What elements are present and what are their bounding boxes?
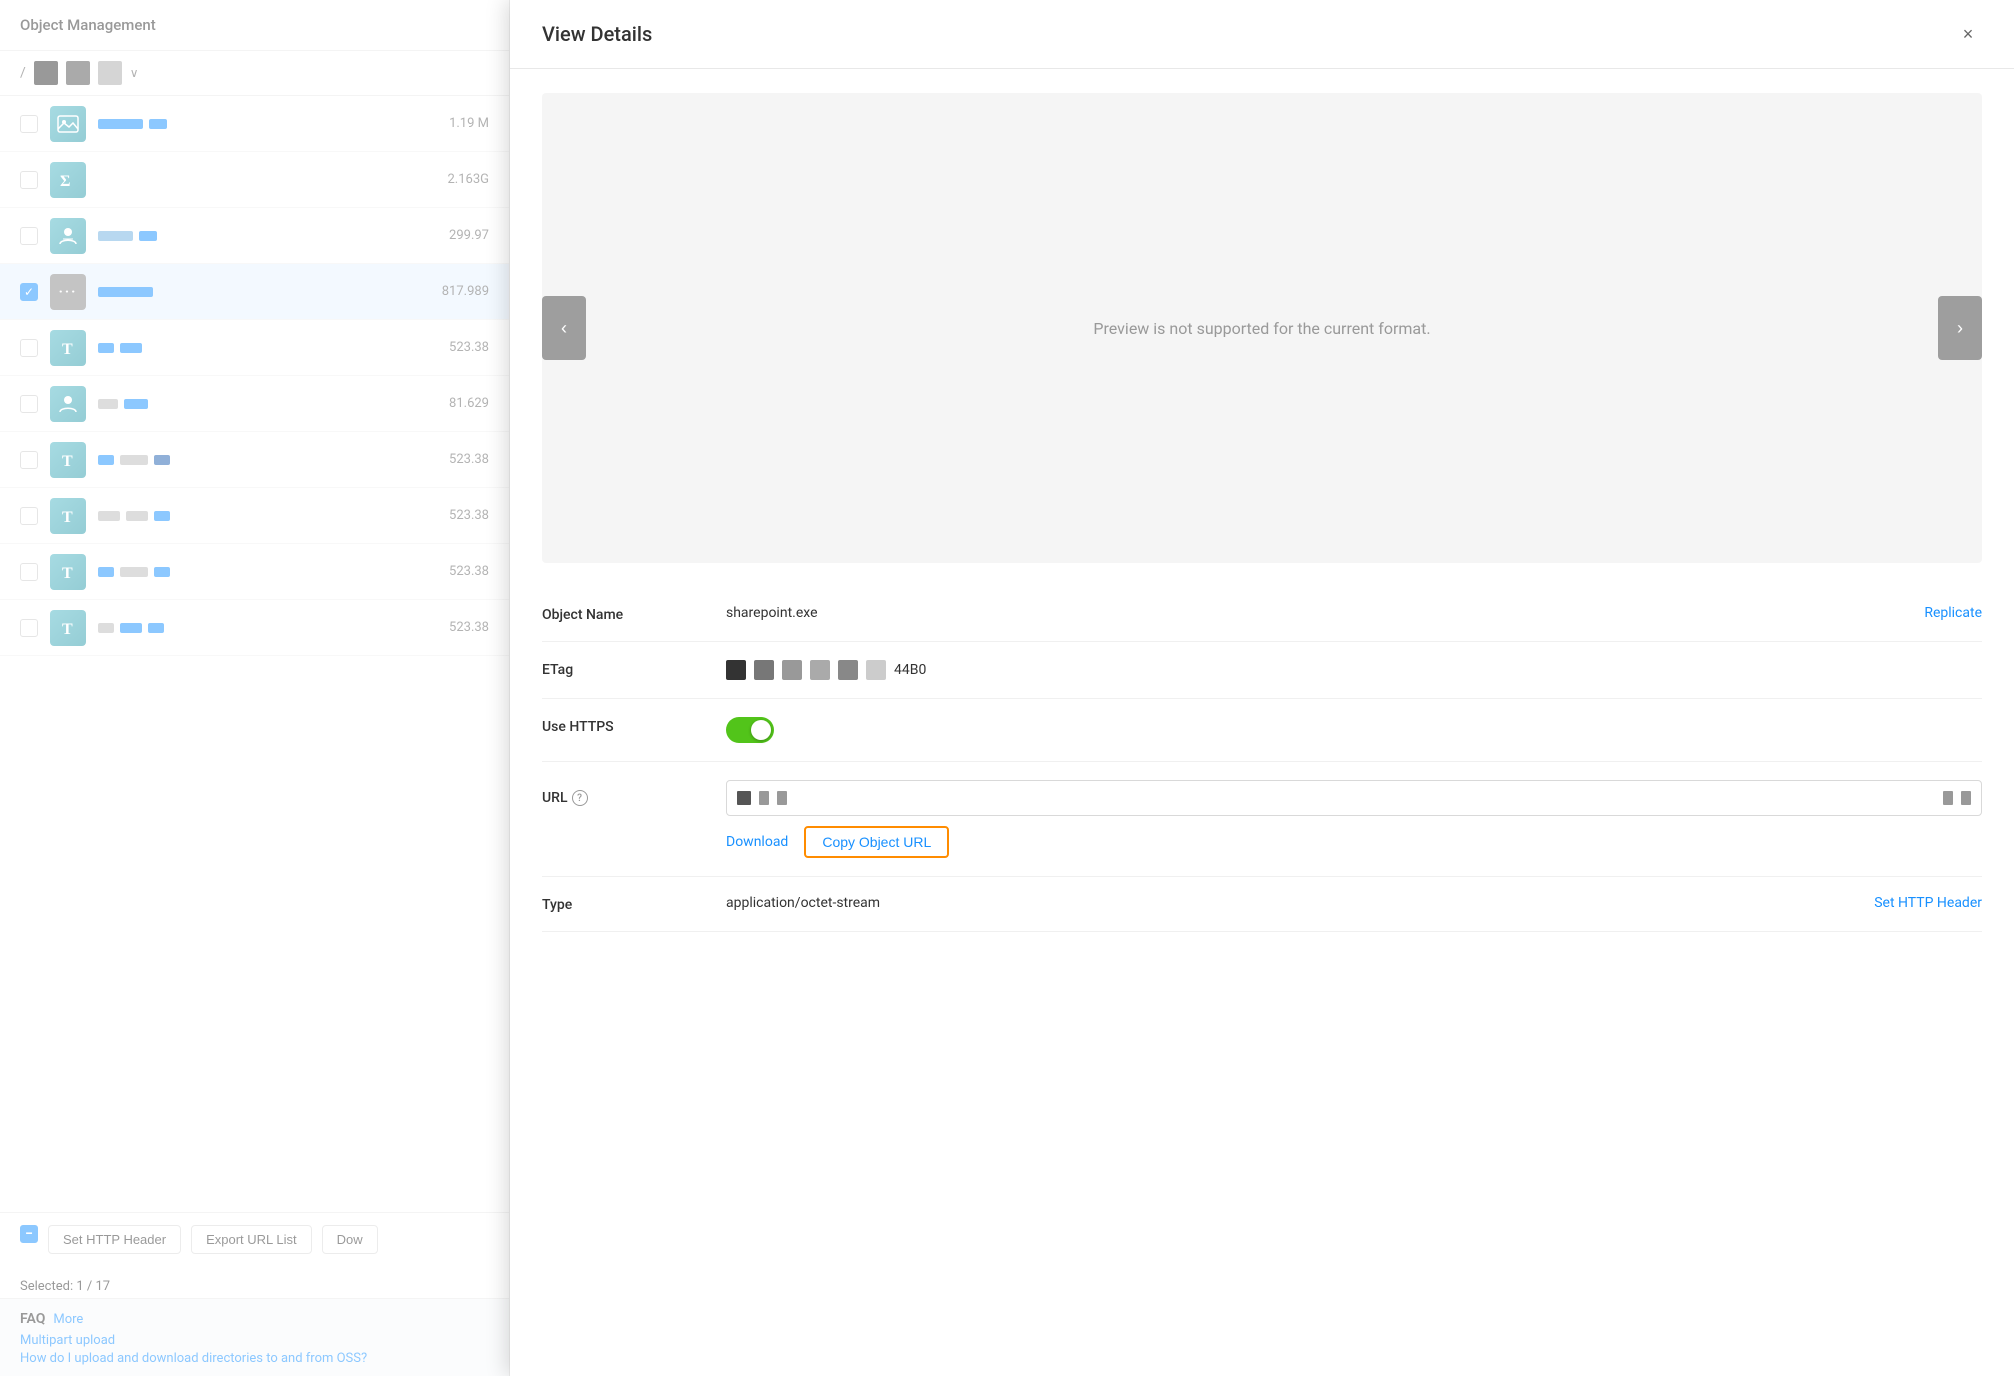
etag-value-row: 44B0 (726, 660, 1982, 680)
etag-label: ETag (542, 660, 702, 678)
download-link[interactable]: Download (726, 834, 788, 850)
url-question-icon[interactable]: ? (572, 790, 588, 806)
url-block-1 (737, 791, 751, 805)
url-block-5 (1961, 791, 1971, 805)
type-row: Type application/octet-stream Set HTTP H… (542, 877, 1982, 932)
object-name-value-row: sharepoint.exe Replicate (726, 605, 1982, 621)
replicate-link[interactable]: Replicate (1924, 605, 1982, 621)
etag-row: ETag 44B0 (542, 642, 1982, 699)
etag-block-3 (782, 660, 802, 680)
url-block-3 (777, 791, 787, 805)
url-row: URL ? Download Copy Object URL (542, 762, 1982, 877)
object-name-value: sharepoint.exe (726, 605, 1908, 621)
view-details-modal: View Details × ‹ Preview is not supporte… (510, 0, 2014, 1376)
etag-block-2 (754, 660, 774, 680)
toggle-knob (751, 720, 771, 740)
set-http-header-link[interactable]: Set HTTP Header (1874, 895, 1982, 911)
use-https-row: Use HTTPS (542, 699, 1982, 762)
use-https-toggle[interactable] (726, 717, 774, 743)
preview-message: Preview is not supported for the current… (1093, 319, 1430, 338)
url-detail-top: URL ? (542, 780, 1982, 816)
url-label: URL ? (542, 790, 702, 806)
left-panel-overlay (0, 0, 510, 1376)
preview-next-button[interactable]: › (1938, 296, 1982, 360)
type-label: Type (542, 895, 702, 913)
url-label-text: URL (542, 790, 568, 806)
url-actions: Download Copy Object URL (542, 826, 1982, 858)
object-name-label: Object Name (542, 605, 702, 623)
url-block-2 (759, 791, 769, 805)
etag-suffix: 44B0 (894, 662, 1982, 678)
close-button[interactable]: × (1954, 20, 1982, 48)
modal-header: View Details × (510, 0, 2014, 69)
type-value: application/octet-stream (726, 895, 1858, 911)
etag-block-5 (838, 660, 858, 680)
detail-fields: Object Name sharepoint.exe Replicate ETa… (510, 587, 2014, 932)
use-https-label: Use HTTPS (542, 717, 702, 735)
url-field[interactable] (726, 780, 1982, 816)
object-name-row: Object Name sharepoint.exe Replicate (542, 587, 1982, 642)
modal-title: View Details (542, 22, 652, 46)
use-https-toggle-wrapper (726, 717, 1982, 743)
etag-block-6 (866, 660, 886, 680)
etag-block-1 (726, 660, 746, 680)
type-value-row: application/octet-stream Set HTTP Header (726, 895, 1982, 911)
etag-block-4 (810, 660, 830, 680)
url-block-4 (1943, 791, 1953, 805)
preview-area: ‹ Preview is not supported for the curre… (542, 93, 1982, 563)
copy-object-url-button[interactable]: Copy Object URL (804, 826, 949, 858)
preview-prev-button[interactable]: ‹ (542, 296, 586, 360)
